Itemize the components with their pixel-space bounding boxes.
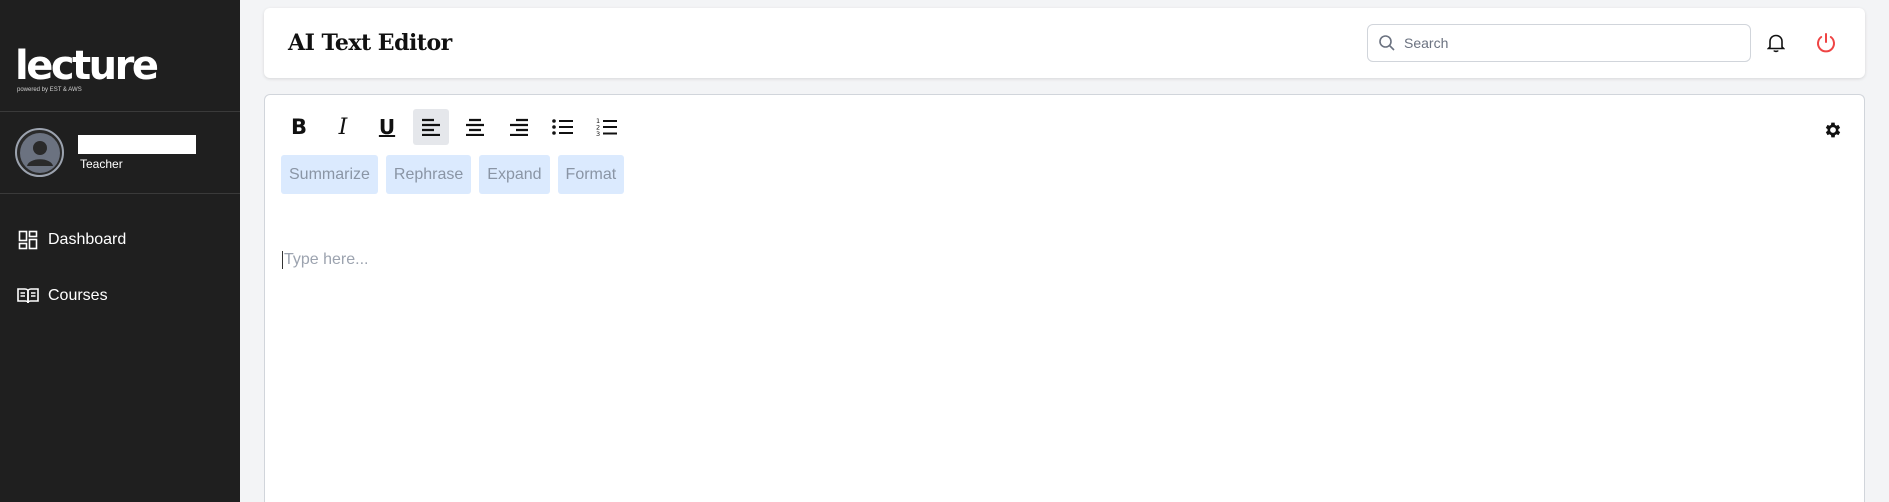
svg-text:3: 3 xyxy=(596,130,600,137)
settings-button[interactable] xyxy=(1818,115,1848,145)
logout-button[interactable] xyxy=(1811,28,1841,58)
text-editor: B I U 1 2 3 Summarize Rephrase Expand Fo… xyxy=(264,94,1865,502)
gear-icon xyxy=(1825,122,1841,138)
summarize-button[interactable]: Summarize xyxy=(281,155,378,194)
sidebar-item-label: Courses xyxy=(48,287,108,304)
logo-area: lecture powered by EST & AWS xyxy=(0,0,240,112)
align-left-button[interactable] xyxy=(413,109,449,145)
avatar[interactable] xyxy=(15,128,64,177)
align-right-button[interactable] xyxy=(501,109,537,145)
sidebar-nav: Dashboard Courses xyxy=(0,194,240,324)
search-icon xyxy=(1379,35,1395,51)
numbered-list-icon: 1 2 3 xyxy=(596,117,617,137)
align-center-button[interactable] xyxy=(457,109,493,145)
logo[interactable]: lecture xyxy=(15,46,240,86)
power-icon xyxy=(1817,33,1835,53)
search-box xyxy=(1367,24,1751,62)
sidebar-item-label: Dashboard xyxy=(48,231,127,248)
book-icon xyxy=(16,284,40,308)
underline-button[interactable]: U xyxy=(369,109,405,145)
format-button[interactable]: Format xyxy=(557,155,625,194)
rephrase-button[interactable]: Rephrase xyxy=(385,155,472,194)
app: lecture powered by EST & AWS Teacher Das… xyxy=(0,0,1889,502)
main-content: AI Text Editor Search B I U 1 2 3 Summar… xyxy=(240,0,1889,502)
italic-button[interactable]: I xyxy=(325,109,361,145)
bold-button[interactable]: B xyxy=(281,109,317,145)
bullet-list-icon xyxy=(552,119,573,135)
editor-placeholder: Type here... xyxy=(284,251,369,268)
italic-icon: I xyxy=(338,114,348,140)
search-input[interactable] xyxy=(1404,35,1724,51)
sidebar: lecture powered by EST & AWS Teacher Das… xyxy=(0,0,240,502)
notifications-button[interactable] xyxy=(1761,28,1791,58)
sidebar-item-dashboard[interactable]: Dashboard xyxy=(0,212,240,268)
align-center-icon xyxy=(466,118,484,136)
underline-icon: U xyxy=(378,115,396,139)
user-profile[interactable]: Teacher xyxy=(0,112,240,194)
expand-button[interactable]: Expand xyxy=(479,155,550,194)
formatting-toolbar: B I U 1 2 3 xyxy=(281,109,1848,145)
page-title: AI Text Editor xyxy=(288,30,452,56)
user-avatar-icon xyxy=(19,132,60,173)
top-header: AI Text Editor xyxy=(264,8,1865,78)
ai-actions: Summarize Rephrase Expand Format xyxy=(281,155,1848,194)
dashboard-icon xyxy=(16,228,40,252)
sidebar-item-courses[interactable]: Courses xyxy=(0,268,240,324)
align-right-icon xyxy=(510,118,528,136)
text-caret xyxy=(282,251,283,269)
numbered-list-button[interactable]: 1 2 3 xyxy=(589,109,625,145)
profile-name xyxy=(78,134,196,154)
profile-role: Teacher xyxy=(80,156,123,171)
bullet-list-button[interactable] xyxy=(545,109,581,145)
bell-icon xyxy=(1767,34,1785,53)
bold-icon: B xyxy=(290,115,307,139)
editor-text-area[interactable]: Type here... xyxy=(281,230,481,290)
align-left-icon xyxy=(422,118,440,136)
